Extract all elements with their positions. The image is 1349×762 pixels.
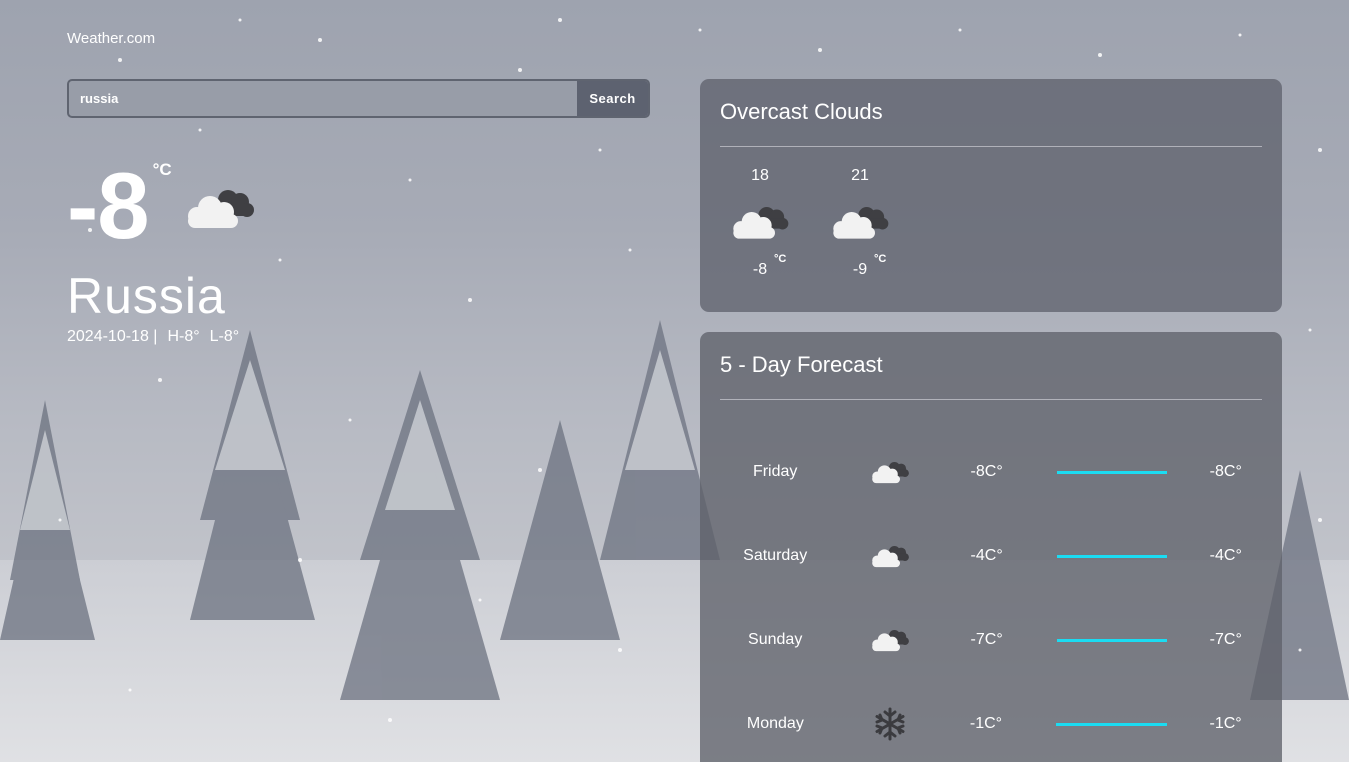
forecast-panel: 5 - Day Forecast Friday -8C° -8C° Saturd…	[700, 332, 1282, 762]
temperature-range-bar	[1056, 554, 1168, 558]
current-meta: 2024-10-18 | H-8° L-8°	[67, 328, 256, 346]
search-button[interactable]: Search	[577, 81, 648, 116]
forecast-high: -7C°	[1209, 631, 1242, 648]
hour-time: 21	[851, 167, 869, 184]
forecast-high: -4C°	[1209, 547, 1242, 564]
hour-temperature-unit: °C	[774, 253, 787, 265]
current-temperature-unit: °C	[152, 160, 172, 179]
forecast-row: Sunday -7C° -7C°	[700, 598, 1282, 682]
forecast-day: Monday	[746, 715, 804, 732]
forecast-day: Saturday	[743, 547, 808, 564]
hourly-item: 21 -9 °C	[830, 167, 890, 279]
forecast-list: Friday -8C° -8C° Saturday -4C° -4C° Sund…	[700, 400, 1282, 762]
search-bar: Search	[67, 79, 650, 118]
hourly-list: 18 -8 °C 21 -9 °C	[700, 147, 1282, 279]
temperature-range-bar	[1056, 470, 1168, 474]
city-name: Russia	[67, 268, 226, 324]
forecast-title: 5 - Day Forecast	[720, 352, 883, 377]
forecast-day: Sunday	[748, 631, 803, 648]
forecast-low: -4C°	[970, 547, 1003, 564]
forecast-low: -1C°	[969, 715, 1003, 732]
brand-logo[interactable]: Weather.com	[67, 30, 155, 47]
hour-temperature: -8	[752, 261, 768, 278]
cloud-icon	[184, 182, 256, 239]
snowflake-icon	[871, 707, 910, 741]
temperature-range-bar	[1056, 638, 1168, 642]
current-high: H-8°	[167, 328, 200, 345]
forecast-low: -7C°	[970, 631, 1003, 648]
forecast-low: -8C°	[970, 463, 1003, 480]
forecast-row: Friday -8C° -8C°	[700, 430, 1282, 514]
current-temperature: -8	[67, 153, 150, 258]
today-panel: Overcast Clouds 18 -8 °C 21 -9 °C	[700, 79, 1282, 312]
cloud-icon	[870, 619, 910, 661]
forecast-high: -1C°	[1209, 715, 1242, 732]
cloud-icon	[870, 535, 910, 577]
forecast-row: Monday -1C° -1C°	[700, 682, 1282, 762]
hour-time: 18	[751, 167, 769, 184]
cloud-icon	[730, 189, 790, 255]
hour-temperature: -9	[852, 261, 868, 278]
forecast-day: Friday	[752, 463, 798, 480]
current-date: 2024-10-18 |	[67, 328, 158, 345]
forecast-row: Saturday -4C° -4C°	[700, 514, 1282, 598]
today-title: Overcast Clouds	[720, 99, 883, 124]
hourly-item: 18 -8 °C	[730, 167, 790, 279]
current-low: L-8°	[209, 328, 240, 345]
temperature-range-bar	[1056, 722, 1168, 726]
current-weather: -8 °C Russia 2024-10-18 | H-8° L-8°	[67, 153, 256, 346]
cloud-icon	[830, 189, 890, 255]
hour-temperature-unit: °C	[874, 253, 887, 265]
cloud-icon	[870, 451, 910, 493]
forecast-high: -8C°	[1209, 463, 1242, 480]
search-input[interactable]	[69, 81, 577, 116]
